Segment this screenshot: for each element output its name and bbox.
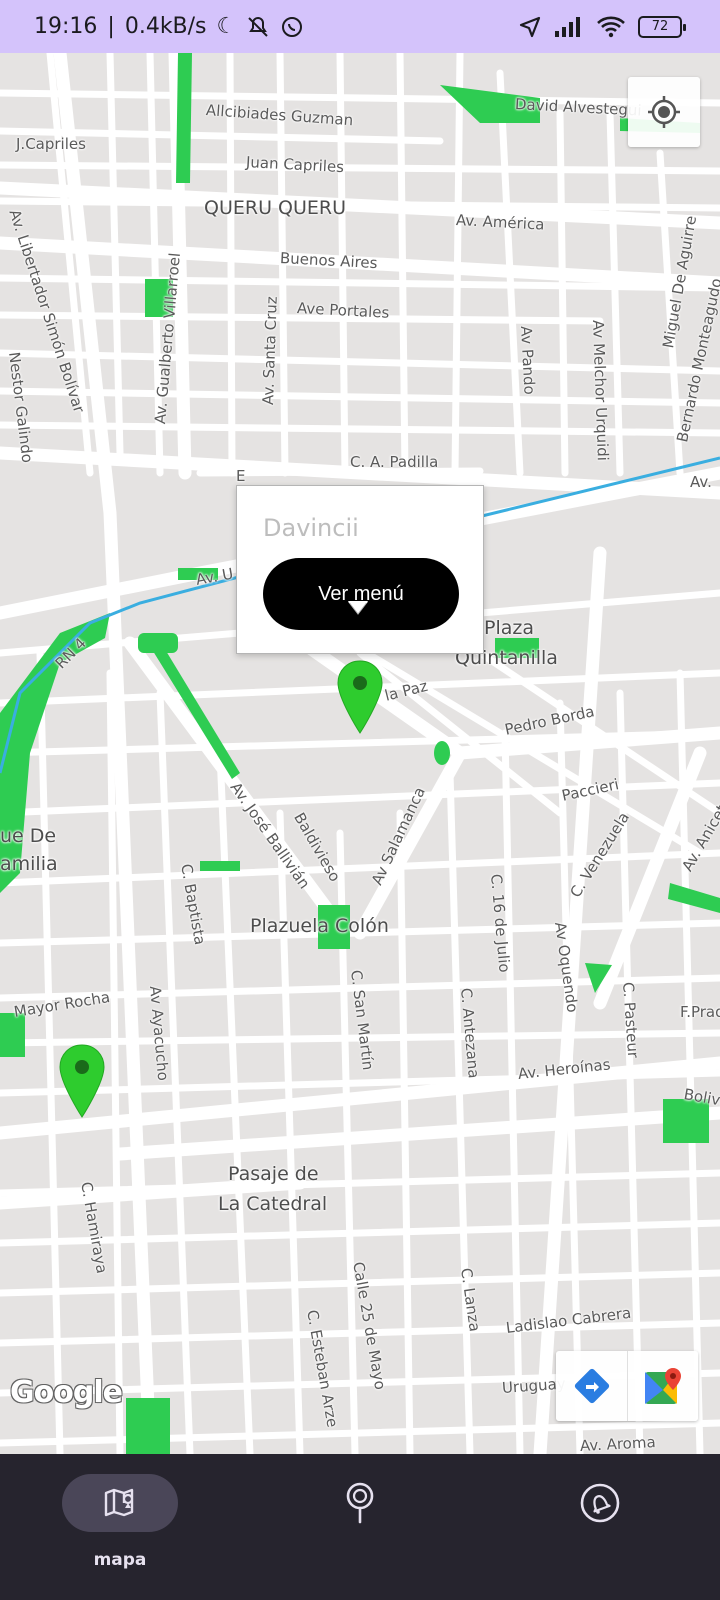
place-label: amilia [0, 853, 58, 875]
map-icon [104, 1488, 134, 1517]
street-label: J.Capriles [16, 135, 86, 153]
nav-item-notifications[interactable] [540, 1474, 660, 1584]
my-location-button[interactable] [628, 77, 700, 147]
moon-icon: ☾ [216, 14, 237, 39]
google-logo: Google [10, 1375, 123, 1410]
nav-label-map: mapa [93, 1550, 147, 1570]
whatsapp-icon [282, 16, 303, 37]
place-label: Plazuela Colón [250, 915, 389, 937]
map-toolbar [556, 1351, 698, 1421]
directions-icon [574, 1368, 609, 1404]
neighborhood-label: QUERU QUERU [204, 197, 346, 219]
street-label: C. A. Padilla [350, 453, 439, 471]
google-maps-icon [645, 1368, 681, 1404]
status-time: 19:16 [34, 14, 98, 39]
bottom-navigation: mapa [0, 1454, 720, 1600]
place-label: La Catedral [218, 1193, 328, 1215]
location-pin-icon [346, 1482, 374, 1524]
restaurant-name: Davincii [263, 514, 359, 542]
map-view[interactable]: Allcibiades Guzman David Alvestegui J.Ca… [0, 53, 720, 1454]
nav-item-map[interactable]: mapa [60, 1474, 180, 1584]
muted-bell-icon [248, 16, 268, 37]
street-label: Av Pando [517, 325, 539, 396]
bell-icon [580, 1483, 620, 1523]
nav-item-locations[interactable] [300, 1474, 420, 1584]
marker-info-window: Davincii Ver menú [236, 485, 484, 654]
battery-icon: 72 [638, 15, 686, 38]
street-label: Av. Aroma [579, 1433, 657, 1454]
wifi-icon [597, 16, 625, 37]
status-network-speed: 0.4kB/s [124, 14, 207, 39]
place-label: ue De [0, 825, 57, 847]
street-label: Av. Santa Cruz [259, 296, 281, 406]
restaurant-marker-selected[interactable] [334, 659, 386, 737]
view-menu-button[interactable]: Ver menú [263, 558, 459, 630]
street-label: Av. [690, 473, 712, 491]
place-label: Plaza [484, 617, 534, 639]
info-window-tail [348, 601, 368, 615]
street-label: F.Prad [680, 1003, 720, 1021]
restaurant-marker[interactable] [56, 1043, 108, 1121]
app-root: 19:16 | 0.4kB/s ☾ 72 Allcibiades Guzman … [0, 0, 720, 1600]
open-in-google-maps-button[interactable] [627, 1351, 698, 1421]
crosshair-icon [648, 96, 680, 128]
place-label: Pasaje de [228, 1163, 319, 1185]
signal-icon [555, 16, 580, 37]
navigation-arrow-icon [519, 16, 541, 37]
street-label: E [236, 467, 246, 485]
directions-button[interactable] [556, 1351, 627, 1421]
status-bar: 19:16 | 0.4kB/s ☾ 72 [0, 0, 720, 53]
battery-level: 72 [651, 19, 669, 34]
